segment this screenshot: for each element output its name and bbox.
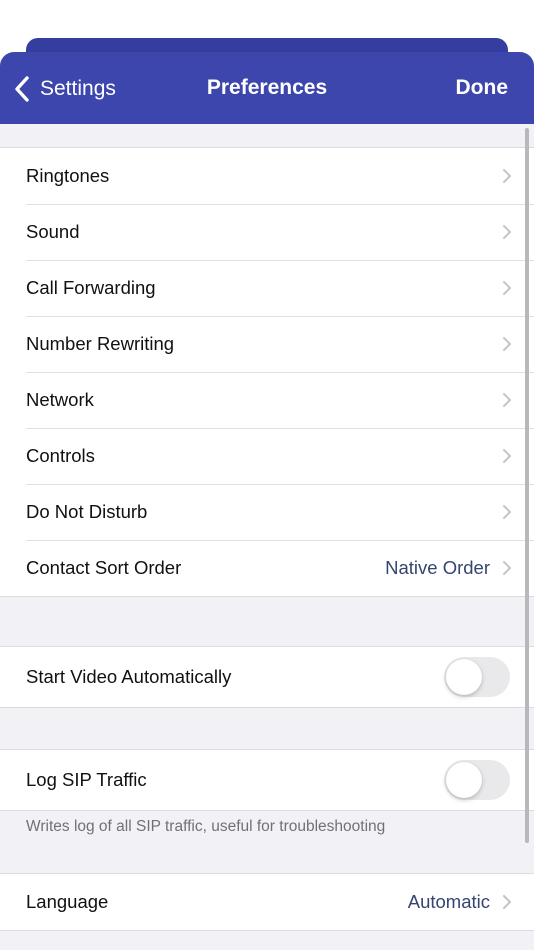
- toggle-knob: [446, 659, 482, 695]
- chevron-right-icon: [502, 448, 512, 464]
- log-sip-toggle[interactable]: [444, 760, 510, 800]
- sip-settings-group: Log SIP Traffic: [0, 749, 534, 811]
- contact-sort-order-value: Native Order: [385, 557, 490, 578]
- language-value: Automatic: [407, 891, 490, 912]
- chevron-right-icon: [502, 894, 512, 910]
- language-settings-group: Language Automatic: [0, 873, 534, 931]
- video-settings-group: Start Video Automatically: [0, 646, 534, 708]
- list-item-sound[interactable]: Sound: [0, 204, 534, 260]
- done-button[interactable]: Done: [456, 76, 509, 100]
- start-video-label: Start Video Automatically: [26, 666, 232, 687]
- list-item-label: Network: [26, 389, 94, 410]
- list-item-label: Number Rewriting: [26, 333, 175, 354]
- preferences-list: Ringtones Sound Call Forwarding Number R…: [0, 147, 534, 597]
- list-item-ringtones[interactable]: Ringtones: [0, 148, 534, 204]
- navigation-bar: Settings Preferences Done: [0, 52, 534, 124]
- chevron-right-icon: [502, 224, 512, 240]
- chevron-right-icon: [502, 392, 512, 408]
- chevron-right-icon: [502, 504, 512, 520]
- list-item-controls[interactable]: Controls: [0, 428, 534, 484]
- list-item-label: Ringtones: [26, 165, 110, 186]
- list-item-label: Controls: [26, 445, 95, 466]
- list-item-do-not-disturb[interactable]: Do Not Disturb: [0, 484, 534, 540]
- list-item-language[interactable]: Language Automatic: [0, 874, 534, 930]
- scrollbar[interactable]: [525, 128, 529, 843]
- language-label: Language: [26, 891, 109, 912]
- chevron-right-icon: [502, 168, 512, 184]
- list-item-call-forwarding[interactable]: Call Forwarding: [0, 260, 534, 316]
- chevron-right-icon: [502, 280, 512, 296]
- start-video-row: Start Video Automatically: [0, 647, 534, 707]
- list-item-label: Contact Sort Order: [26, 557, 182, 578]
- chevron-right-icon: [502, 560, 512, 576]
- list-item-label: Sound: [26, 221, 80, 242]
- chevron-right-icon: [502, 336, 512, 352]
- log-sip-label: Log SIP Traffic: [26, 769, 147, 790]
- list-item-label: Do Not Disturb: [26, 501, 148, 522]
- list-item-contact-sort-order[interactable]: Contact Sort Order Native Order: [0, 540, 534, 596]
- log-sip-row: Log SIP Traffic: [0, 750, 534, 810]
- page-title: Preferences: [206, 76, 328, 99]
- list-item-network[interactable]: Network: [0, 372, 534, 428]
- start-video-toggle[interactable]: [444, 657, 510, 697]
- log-sip-footer-note: Writes log of all SIP traffic, useful fo…: [26, 818, 386, 835]
- list-item-number-rewriting[interactable]: Number Rewriting: [0, 316, 534, 372]
- toggle-knob: [446, 762, 482, 798]
- list-item-label: Call Forwarding: [26, 277, 156, 298]
